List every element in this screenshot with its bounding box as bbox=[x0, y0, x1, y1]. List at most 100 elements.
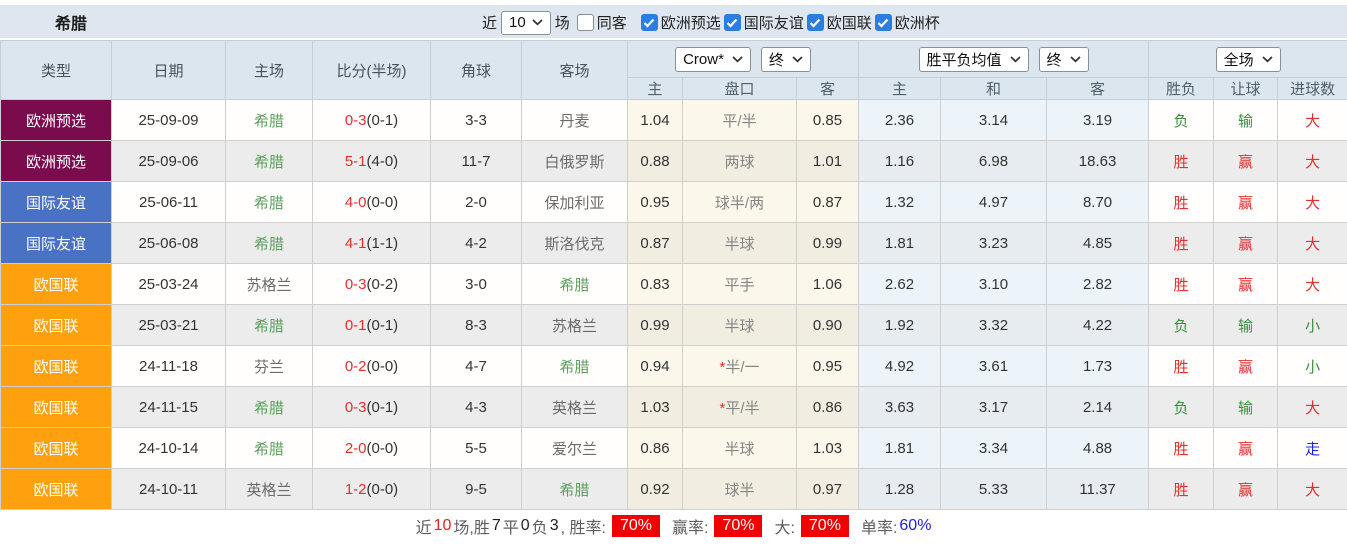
page-title: 希腊 bbox=[0, 10, 87, 34]
filter-checkbox-nations-league[interactable] bbox=[807, 14, 824, 31]
avg-time-select[interactable]: 终 bbox=[1039, 47, 1089, 72]
sub-header-handicap: 盘口 bbox=[683, 78, 797, 100]
handicap-line: 平手 bbox=[724, 277, 754, 294]
sub-header-handicap-result: 让球 bbox=[1214, 78, 1278, 100]
result-cell: 胜 bbox=[1149, 346, 1214, 387]
handicap-line: 半球 bbox=[724, 441, 754, 458]
chevron-down-icon bbox=[1010, 56, 1021, 63]
table-row: 国际友谊 25-06-08 希腊 4-1(1-1) 4-2 斯洛伐克 0.87 … bbox=[1, 223, 1347, 264]
handicap-result-cell: 输 bbox=[1214, 387, 1278, 428]
summary-footer: 近 10 场,胜 7 平 0 负 3 , 胜率: 70% 赢率: 70% 大: … bbox=[0, 510, 1347, 542]
over-rate-label: 大: bbox=[774, 514, 794, 538]
avg-type-select[interactable]: 胜平负均值 bbox=[919, 47, 1029, 72]
odds-time-select[interactable]: 终 bbox=[761, 47, 811, 72]
handicap-result-cell: 赢 bbox=[1214, 469, 1278, 510]
col-header-date: 日期 bbox=[112, 41, 226, 100]
filter-checkbox-euro-qualifiers[interactable] bbox=[641, 14, 658, 31]
filter-checkbox-euro-cup[interactable] bbox=[875, 14, 892, 31]
scope-select[interactable]: 全场 bbox=[1216, 47, 1281, 72]
table-row: 欧洲预选 25-09-09 希腊 0-3(0-1) 3-3 丹麦 1.04 平/… bbox=[1, 100, 1347, 141]
handicap-cell: 平/半 bbox=[683, 100, 797, 141]
score-cell: 0-3(0-2) bbox=[313, 264, 431, 305]
fulltime-score: 4-1 bbox=[345, 235, 367, 252]
handicap-cell: *半/一 bbox=[683, 346, 797, 387]
sub-header-odds-away: 客 bbox=[797, 78, 859, 100]
score-cell: 1-2(0-0) bbox=[313, 469, 431, 510]
match-type-cell: 欧国联 bbox=[1, 346, 112, 387]
avg-draw-odds: 5.33 bbox=[941, 469, 1047, 510]
filter-checkbox-friendly[interactable] bbox=[724, 14, 741, 31]
home-team: 希腊 bbox=[226, 387, 313, 428]
corners-cell: 3-0 bbox=[431, 264, 522, 305]
corners-cell: 4-7 bbox=[431, 346, 522, 387]
handicap-cell: 半球 bbox=[683, 428, 797, 469]
filter-label-euro-cup: 欧洲杯 bbox=[895, 12, 940, 33]
handicap-result-cell: 输 bbox=[1214, 100, 1278, 141]
away-team: 苏格兰 bbox=[522, 305, 628, 346]
home-odds: 1.04 bbox=[628, 100, 683, 141]
result-cell: 负 bbox=[1149, 387, 1214, 428]
match-date: 25-06-08 bbox=[112, 223, 226, 264]
col-header-score: 比分(半场) bbox=[313, 41, 431, 100]
home-team: 芬兰 bbox=[226, 346, 313, 387]
win-rate-badge: 70% bbox=[612, 515, 660, 537]
handicap-rate-label: 赢率: bbox=[672, 514, 708, 538]
avg-home-odds: 2.36 bbox=[859, 100, 941, 141]
home-odds: 0.86 bbox=[628, 428, 683, 469]
handicap-result-cell: 赢 bbox=[1214, 346, 1278, 387]
goals-result-cell: 大 bbox=[1278, 264, 1347, 305]
table-row: 欧国联 24-11-15 希腊 0-3(0-1) 4-3 英格兰 1.03 *平… bbox=[1, 387, 1347, 428]
home-team: 希腊 bbox=[226, 100, 313, 141]
match-type-cell: 欧国联 bbox=[1, 428, 112, 469]
scope-select-group: 全场 bbox=[1149, 41, 1347, 78]
away-odds: 1.01 bbox=[797, 141, 859, 182]
away-odds: 0.99 bbox=[797, 223, 859, 264]
handicap-result-cell: 赢 bbox=[1214, 428, 1278, 469]
handicap-rate-badge: 70% bbox=[714, 515, 762, 537]
away-odds: 0.90 bbox=[797, 305, 859, 346]
halftime-score: (0-2) bbox=[367, 276, 399, 293]
handicap-cell: 球半 bbox=[683, 469, 797, 510]
home-odds: 0.92 bbox=[628, 469, 683, 510]
result-cell: 胜 bbox=[1149, 428, 1214, 469]
result-cell: 负 bbox=[1149, 100, 1214, 141]
avg-away-odds: 8.70 bbox=[1047, 182, 1149, 223]
avg-away-odds: 4.22 bbox=[1047, 305, 1149, 346]
corners-cell: 3-3 bbox=[431, 100, 522, 141]
away-odds: 0.97 bbox=[797, 469, 859, 510]
same-opponent-checkbox[interactable] bbox=[577, 14, 594, 31]
handicap-cell: *平/半 bbox=[683, 387, 797, 428]
filter-label-nations-league: 欧国联 bbox=[827, 12, 872, 33]
recent-label: 近 bbox=[482, 12, 497, 33]
top-bar: 希腊 近 10 场 同客 欧洲预选 国际友谊 bbox=[0, 5, 1347, 40]
fulltime-score: 0-3 bbox=[345, 276, 367, 293]
recent-count-select[interactable]: 10 bbox=[501, 11, 551, 35]
score-cell: 0-3(0-1) bbox=[313, 100, 431, 141]
halftime-score: (0-1) bbox=[367, 112, 399, 129]
avg-away-odds: 4.88 bbox=[1047, 428, 1149, 469]
sub-header-avg-away: 客 bbox=[1047, 78, 1149, 100]
avg-home-odds: 3.63 bbox=[859, 387, 941, 428]
handicap-line: 球半 bbox=[724, 482, 754, 499]
avg-draw-odds: 3.34 bbox=[941, 428, 1047, 469]
fulltime-score: 4-0 bbox=[345, 194, 367, 211]
away-team: 丹麦 bbox=[522, 100, 628, 141]
home-team: 希腊 bbox=[226, 182, 313, 223]
match-history-panel: 希腊 近 10 场 同客 欧洲预选 国际友谊 bbox=[0, 5, 1347, 542]
avg-away-odds: 4.85 bbox=[1047, 223, 1149, 264]
halftime-score: (1-1) bbox=[367, 235, 399, 252]
odds-company-select[interactable]: Crow* bbox=[675, 47, 751, 72]
avg-home-odds: 1.81 bbox=[859, 428, 941, 469]
fulltime-score: 1-2 bbox=[345, 481, 367, 498]
handicap-cell: 平手 bbox=[683, 264, 797, 305]
corners-cell: 8-3 bbox=[431, 305, 522, 346]
col-header-corners: 角球 bbox=[431, 41, 522, 100]
home-odds: 0.87 bbox=[628, 223, 683, 264]
summary-text: 平 bbox=[503, 514, 519, 538]
home-odds: 0.95 bbox=[628, 182, 683, 223]
score-cell: 4-0(0-0) bbox=[313, 182, 431, 223]
home-odds: 0.94 bbox=[628, 346, 683, 387]
score-cell: 0-3(0-1) bbox=[313, 387, 431, 428]
avg-draw-odds: 6.98 bbox=[941, 141, 1047, 182]
sub-header-odds-home: 主 bbox=[628, 78, 683, 100]
